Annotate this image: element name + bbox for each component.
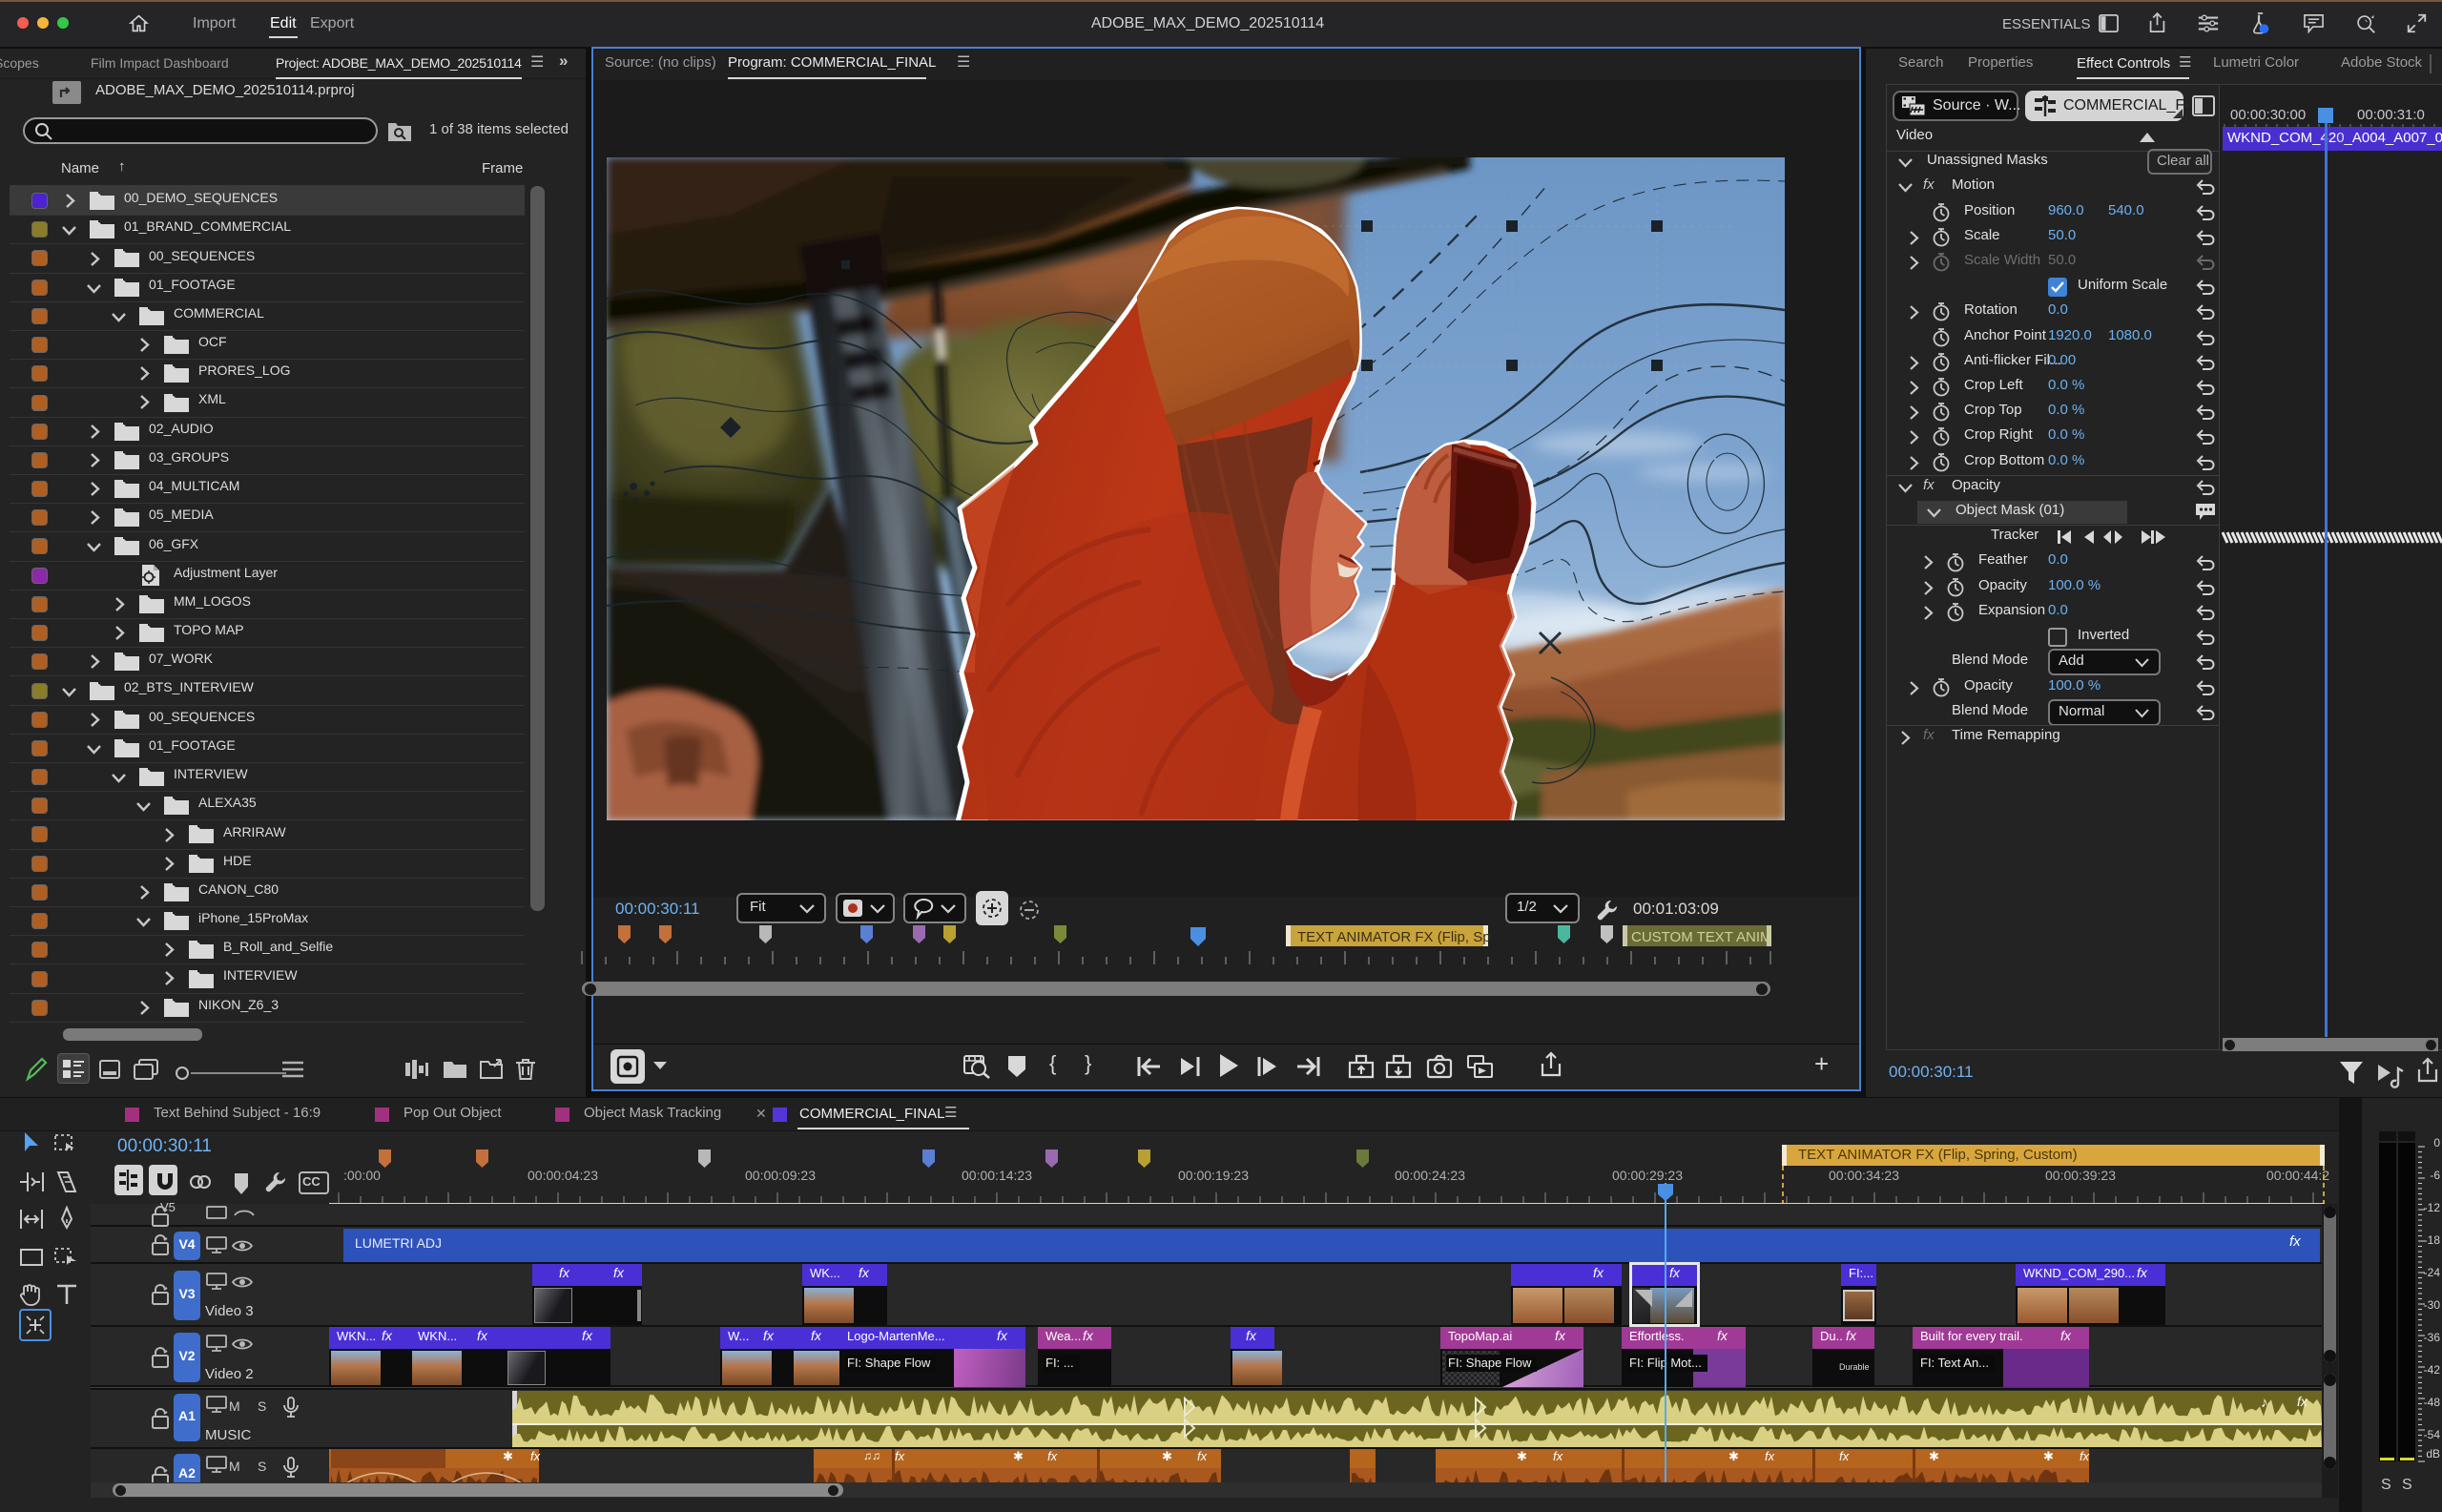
svg-text:CUSTOM TEXT ANIM: CUSTOM TEXT ANIM: [1631, 929, 1772, 945]
svg-text:TEXT ANIMATOR FX (Flip, Sp: TEXT ANIMATOR FX (Flip, Sp: [1297, 929, 1491, 945]
